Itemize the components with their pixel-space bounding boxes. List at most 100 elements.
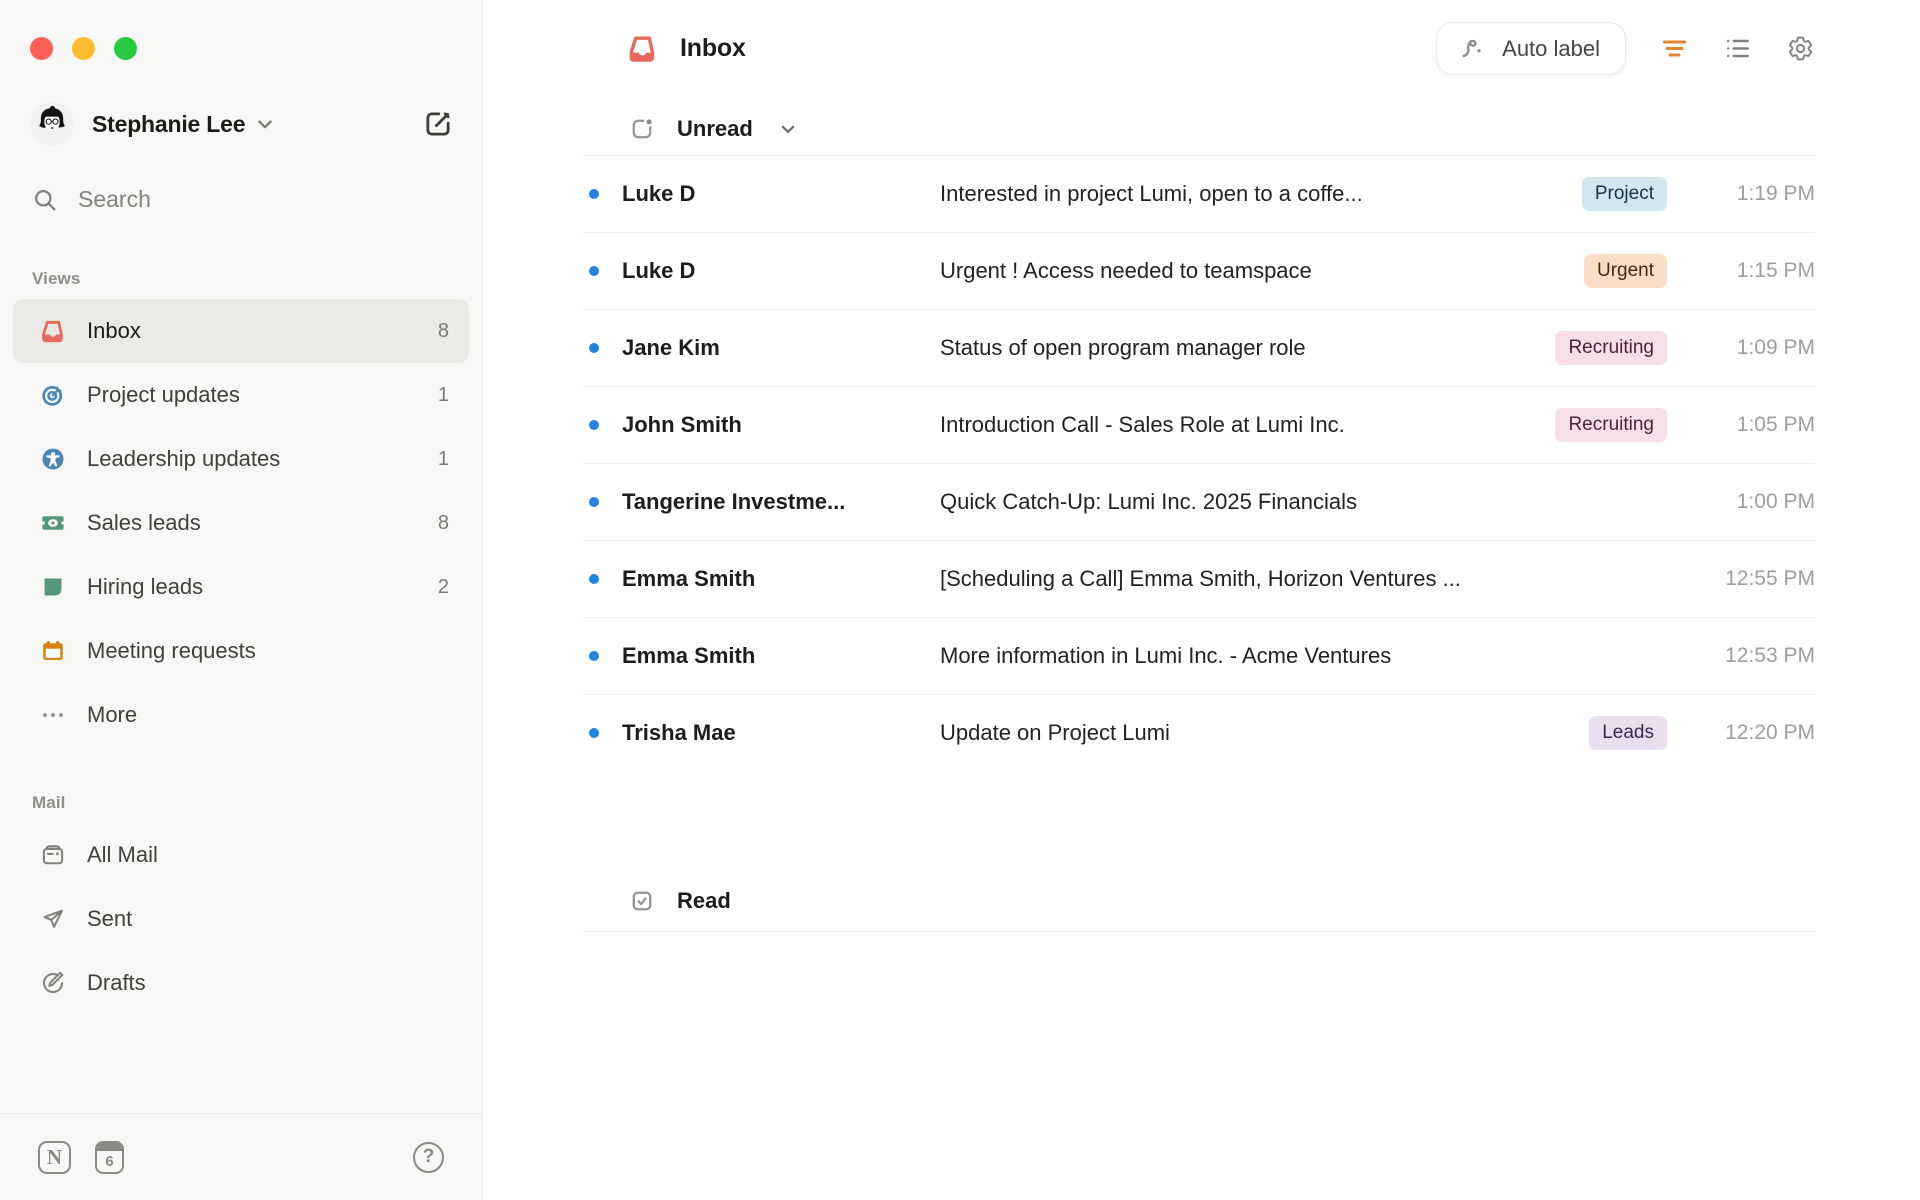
email-sender: Jane Kim (622, 335, 720, 360)
sidebar-item-all-mail[interactable]: All Mail (13, 823, 469, 887)
sidebar: Stephanie Lee Search Views Inbox 8 Proje… (0, 0, 483, 1200)
mail-stack-icon (40, 842, 66, 868)
nav-count: 1 (437, 383, 449, 406)
nav-count: 8 (437, 511, 449, 534)
sidebar-item-inbox[interactable]: Inbox 8 (13, 299, 469, 363)
email-time: 12:53 PM (1725, 644, 1815, 667)
unread-dot (589, 343, 599, 353)
email-subject: Update on Project Lumi (940, 720, 1170, 745)
sidebar-item-meeting-requests[interactable]: Meeting requests (13, 619, 469, 683)
email-row[interactable]: Tangerine Investme... Quick Catch-Up: Lu… (583, 464, 1815, 541)
email-row[interactable]: Emma Smith More information in Lumi Inc.… (583, 618, 1815, 695)
inbox-icon (627, 33, 658, 64)
user-name: Stephanie Lee (92, 110, 246, 137)
email-time: 1:05 PM (1736, 413, 1815, 436)
email-row[interactable]: Trisha Mae Update on Project Lumi Leads … (583, 695, 1815, 771)
email-label-badge[interactable]: Recruiting (1555, 331, 1667, 365)
email-row[interactable]: Luke D Urgent ! Access needed to teamspa… (583, 233, 1815, 310)
email-subject: Introduction Call - Sales Role at Lumi I… (940, 412, 1345, 437)
email-row[interactable]: Luke D Interested in project Lumi, open … (583, 156, 1815, 233)
sidebar-footer: N 6 ? (0, 1113, 482, 1200)
person-circle-icon (40, 446, 66, 472)
search-button[interactable]: Search (32, 186, 454, 213)
nav-count: 1 (437, 447, 449, 470)
unread-group-icon (629, 116, 655, 142)
email-sender: Luke D (622, 258, 696, 283)
email-sender: Trisha Mae (622, 720, 736, 745)
email-row[interactable]: Emma Smith [Scheduling a Call] Emma Smit… (583, 541, 1815, 618)
sidebar-item-hiring-leads[interactable]: Hiring leads 2 (13, 555, 469, 619)
settings-gear-icon[interactable] (1786, 34, 1815, 63)
sidebar-item-drafts[interactable]: Drafts (13, 951, 469, 1015)
email-sender: Luke D (622, 181, 696, 206)
filter-icon[interactable] (1660, 34, 1689, 63)
sidebar-item-sent[interactable]: Sent (13, 887, 469, 951)
section-label: Mail (32, 793, 66, 812)
email-subject: Status of open program manager role (940, 335, 1306, 360)
main-header: Inbox Auto label (583, 0, 1815, 97)
unread-group-header[interactable]: Unread (583, 97, 1815, 156)
close-button[interactable] (30, 37, 53, 60)
unread-dot (589, 728, 599, 738)
calendar-icon (40, 638, 66, 664)
unread-dot (589, 266, 599, 276)
email-list: Luke D Interested in project Lumi, open … (583, 156, 1815, 771)
banknote-icon (40, 510, 66, 536)
auto-label-button[interactable]: Auto label (1436, 22, 1626, 75)
nav-label: Inbox (87, 318, 141, 343)
email-label-badge[interactable]: Urgent (1583, 254, 1667, 288)
nav-label: All Mail (87, 842, 158, 867)
sidebar-item-more[interactable]: More (13, 683, 469, 747)
notion-app-icon[interactable]: N (38, 1140, 71, 1174)
email-subject: [Scheduling a Call] Emma Smith, Horizon … (940, 566, 1461, 591)
nav-label: Meeting requests (87, 638, 256, 663)
auto-label-text: Auto label (1502, 35, 1600, 61)
main-panel: Inbox Auto label Unread Luke D Intereste… (483, 0, 1920, 1200)
calendar-app-icon-day: 6 (105, 1152, 114, 1170)
nav-label: Hiring leads (87, 574, 204, 599)
email-time: 1:09 PM (1736, 336, 1815, 359)
email-row[interactable]: Jane Kim Status of open program manager … (583, 310, 1815, 387)
target-icon (40, 382, 66, 408)
email-row[interactable]: John Smith Introduction Call - Sales Rol… (583, 387, 1815, 464)
nav-count: 8 (437, 319, 449, 342)
user-avatar (30, 102, 74, 146)
list-view-icon[interactable] (1723, 34, 1752, 63)
email-sender: Emma Smith (622, 566, 756, 591)
email-sender: John Smith (622, 412, 742, 437)
paper-plane-icon (40, 906, 66, 932)
search-label: Search (78, 186, 151, 212)
email-time: 12:55 PM (1725, 567, 1815, 590)
chevron-down-icon (777, 118, 799, 140)
read-checkbox-icon (629, 888, 655, 914)
calendar-app-icon[interactable]: 6 (95, 1140, 124, 1174)
read-group-header[interactable]: Read (583, 871, 1815, 932)
chevron-down-icon (253, 112, 277, 136)
email-sender: Tangerine Investme... (622, 489, 846, 514)
zoom-button[interactable] (114, 37, 137, 60)
account-switcher[interactable]: Stephanie Lee (30, 102, 454, 146)
nav-label: Sent (87, 906, 133, 931)
unread-dot (589, 574, 599, 584)
page-title: Inbox (680, 34, 746, 62)
nav-label: Sales leads (87, 510, 201, 535)
sidebar-item-leadership-updates[interactable]: Leadership updates 1 (13, 427, 469, 491)
minimize-button[interactable] (72, 37, 95, 60)
email-label-badge[interactable]: Project (1581, 177, 1667, 211)
email-subject: Quick Catch-Up: Lumi Inc. 2025 Financial… (940, 489, 1357, 514)
header-actions: Auto label (1436, 22, 1815, 75)
sidebar-item-project-updates[interactable]: Project updates 1 (13, 363, 469, 427)
email-sender: Emma Smith (622, 643, 756, 668)
email-subject: Urgent ! Access needed to teamspace (940, 258, 1312, 283)
email-label-badge[interactable]: Leads (1589, 716, 1667, 750)
read-group-label: Read (677, 888, 731, 913)
compose-button[interactable] (422, 108, 454, 140)
section-items: Inbox 8 Project updates 1 Leadership upd… (0, 299, 482, 747)
search-icon (32, 187, 58, 213)
sidebar-item-sales-leads[interactable]: Sales leads 8 (13, 491, 469, 555)
unread-group-label: Unread (677, 116, 753, 141)
email-label-badge[interactable]: Recruiting (1555, 408, 1667, 442)
nav-label: Drafts (87, 970, 146, 995)
help-button[interactable]: ? (413, 1141, 444, 1173)
section-items: All Mail Sent Drafts (0, 823, 482, 1015)
